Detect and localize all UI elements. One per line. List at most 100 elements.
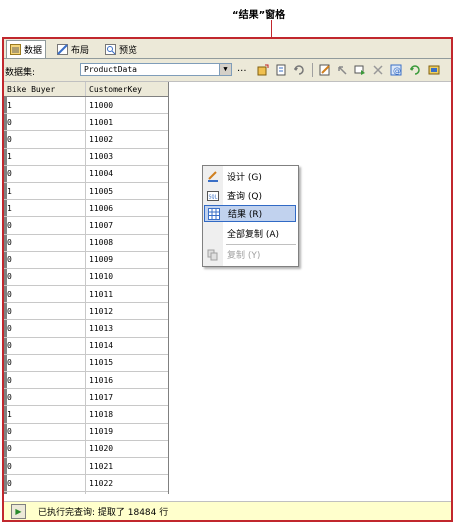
column-header-bike-buyer[interactable]: Bike Buyer	[4, 82, 86, 96]
table-row[interactable]: 0 11009	[4, 251, 168, 269]
cell-bike-buyer[interactable]: 0	[4, 320, 86, 337]
table-row[interactable]: 0 11002	[4, 131, 168, 149]
cell-bike-buyer[interactable]: 1	[4, 148, 86, 165]
cell-customer-key[interactable]: 11019	[86, 424, 168, 440]
delete-icon[interactable]	[371, 63, 385, 77]
edit-dataset-icon[interactable]	[274, 63, 288, 77]
cell-customer-key[interactable]: 11005	[86, 183, 168, 199]
cell-bike-buyer[interactable]: 0	[4, 234, 86, 251]
menu-item-copy[interactable]: 复制 (Y)	[204, 246, 296, 263]
cell-bike-buyer[interactable]: 0	[4, 337, 86, 354]
tab-data[interactable]: 数据	[6, 40, 47, 58]
cell-customer-key[interactable]: 11003	[86, 149, 168, 165]
dataset-more-button[interactable]: ...	[237, 63, 247, 74]
cell-bike-buyer[interactable]: 0	[4, 492, 86, 494]
cell-bike-buyer[interactable]: 0	[4, 165, 86, 182]
cell-bike-buyer[interactable]: 0	[4, 423, 86, 440]
cell-bike-buyer[interactable]: 0	[4, 475, 86, 492]
column-header-customer-key[interactable]: CustomerKey	[86, 82, 168, 96]
cell-customer-key[interactable]: 11014	[86, 338, 168, 354]
cell-customer-key[interactable]: 11010	[86, 269, 168, 285]
table-row[interactable]: 1 11003	[4, 148, 168, 166]
cell-customer-key[interactable]: 11015	[86, 355, 168, 371]
play-icon[interactable]: ▶	[11, 503, 26, 519]
table-row[interactable]: 0 11017	[4, 389, 168, 407]
tab-preview[interactable]: 预览	[102, 41, 140, 57]
refresh-icon[interactable]	[408, 63, 422, 77]
cell-bike-buyer[interactable]: 1	[4, 97, 86, 114]
back-arrow-icon[interactable]	[335, 63, 349, 77]
cell-customer-key[interactable]: 11009	[86, 252, 168, 268]
cell-customer-key[interactable]: 11022	[86, 475, 168, 491]
cell-customer-key[interactable]: 11007	[86, 217, 168, 233]
table-row[interactable]: 1 11005	[4, 182, 168, 201]
table-row[interactable]: 0 11001	[4, 114, 168, 132]
cell-bike-buyer[interactable]: 1	[4, 200, 86, 217]
table-row[interactable]: 0 11020	[4, 440, 168, 458]
dataset-dropdown[interactable]: ProductData ▼	[80, 63, 232, 76]
cell-customer-key[interactable]: 11017	[86, 389, 168, 405]
table-row[interactable]: 0 11016	[4, 372, 168, 390]
cell-bike-buyer[interactable]: 0	[4, 372, 86, 389]
menu-item-results[interactable]: 结果 (R)	[204, 205, 296, 222]
table-row[interactable]: 011023	[4, 492, 168, 494]
cell-customer-key[interactable]: 11013	[86, 320, 168, 336]
cell-customer-key[interactable]: 11000	[86, 97, 168, 113]
cell-customer-key[interactable]: 11004	[86, 166, 168, 182]
cell-customer-key[interactable]: 11002	[86, 131, 168, 147]
cell-customer-key[interactable]: 11016	[86, 372, 168, 388]
cell-bike-buyer[interactable]: 0	[4, 286, 86, 303]
chevron-down-icon[interactable]: ▼	[219, 64, 231, 75]
query-parameters-icon[interactable]: @	[389, 63, 403, 77]
menu-item-query[interactable]: SQL 查询 (Q)	[204, 187, 296, 204]
table-row[interactable]: 0 11010	[4, 268, 168, 287]
cell-bike-buyer[interactable]: 0	[4, 389, 86, 406]
run-query-icon[interactable]	[353, 63, 367, 77]
new-dataset-icon[interactable]	[256, 63, 270, 77]
table-row[interactable]: 0 11019	[4, 423, 168, 441]
cell-bike-buyer[interactable]: 0	[4, 440, 86, 457]
cell-bike-buyer[interactable]: 0	[4, 131, 86, 148]
cell-customer-key[interactable]: 11008	[86, 235, 168, 251]
cell-bike-buyer[interactable]: 0	[4, 303, 86, 320]
table-row[interactable]: 0 11013	[4, 320, 168, 338]
row-marker	[4, 354, 7, 371]
cell-customer-key[interactable]: 11023	[86, 492, 168, 494]
cell-bike-buyer[interactable]: 0	[4, 354, 86, 371]
cell-bike-buyer[interactable]: 0	[4, 268, 86, 286]
data-tab-icon	[10, 44, 21, 55]
cell-customer-key[interactable]: 11018	[86, 406, 168, 422]
table-row[interactable]: 0 11004	[4, 165, 168, 183]
cell-customer-key[interactable]: 11020	[86, 441, 168, 457]
cell-bike-buyer[interactable]: 0	[4, 251, 86, 268]
table-row[interactable]: 1 11000	[4, 97, 168, 115]
table-row[interactable]: 0 11007	[4, 217, 168, 235]
table-row[interactable]: 1 11006	[4, 200, 168, 218]
table-row[interactable]: 0 11011	[4, 286, 168, 304]
cell-customer-key[interactable]: 11012	[86, 303, 168, 319]
refresh-fields-icon[interactable]	[292, 63, 306, 77]
cell-customer-key[interactable]: 11021	[86, 458, 168, 474]
table-row[interactable]: 0 11014	[4, 337, 168, 355]
cell-bike-buyer[interactable]: 1	[4, 182, 86, 200]
cell-customer-key[interactable]: 11001	[86, 114, 168, 130]
cell-bike-buyer[interactable]: 0	[4, 114, 86, 131]
cell-customer-key[interactable]: 11011	[86, 286, 168, 302]
cell-bike-buyer[interactable]: 1	[4, 406, 86, 423]
cell-bike-buyer[interactable]: 0	[4, 217, 86, 234]
table-row[interactable]: 0 11008	[4, 234, 168, 252]
results-grid[interactable]: Bike Buyer CustomerKey 1 11000 0 11001 0 1100…	[4, 82, 169, 494]
generic-query-designer-icon[interactable]	[427, 63, 441, 77]
table-row[interactable]: 0 11012	[4, 303, 168, 321]
menu-item-design[interactable]: 设计 (G)	[204, 168, 296, 185]
edit-query-icon[interactable]	[318, 63, 332, 77]
table-row[interactable]: 1 11018	[4, 406, 168, 424]
table-row[interactable]: 0 11015	[4, 354, 168, 372]
tab-layout[interactable]: 布局	[54, 41, 92, 57]
cell-bike-buyer[interactable]: 0	[4, 457, 86, 475]
row-marker	[4, 286, 7, 303]
cell-customer-key[interactable]: 11006	[86, 200, 168, 216]
table-row[interactable]: 0 11022	[4, 475, 168, 493]
menu-item-copy-all[interactable]: 全部复制 (A)	[204, 225, 296, 242]
table-row[interactable]: 0 11021	[4, 457, 168, 476]
